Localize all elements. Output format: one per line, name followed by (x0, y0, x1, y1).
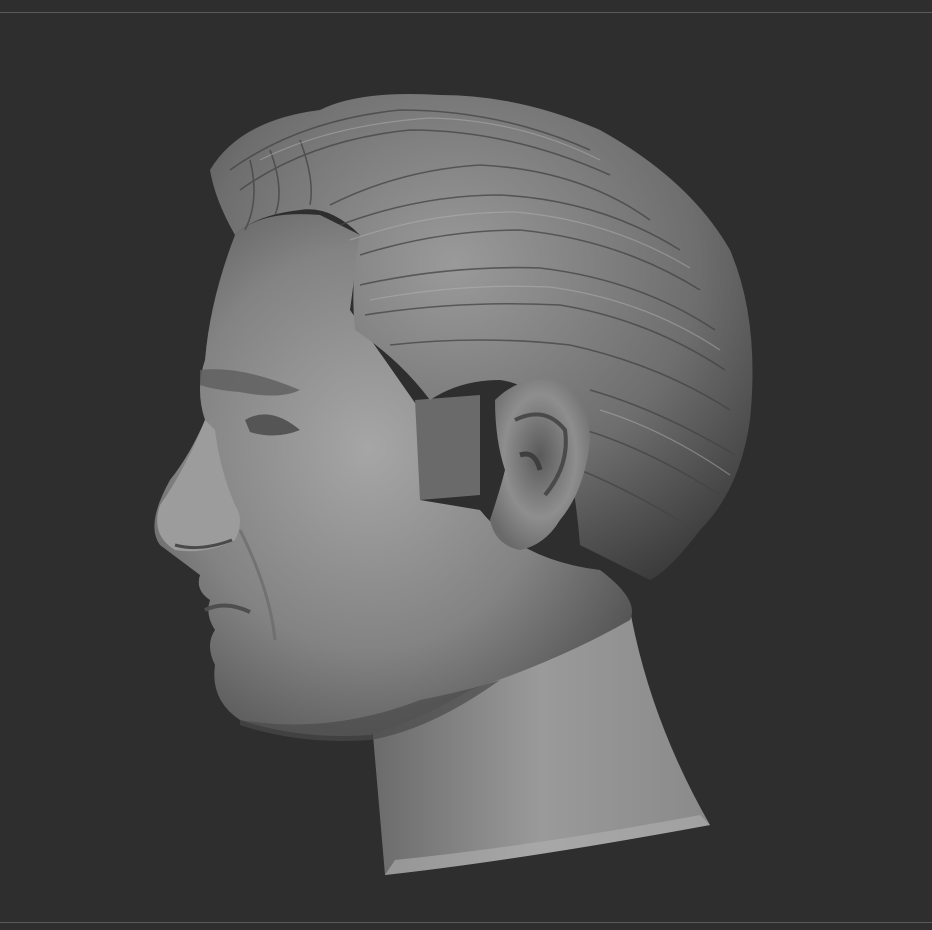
sideburn-mesh (415, 395, 480, 500)
sculpted-head-model[interactable] (0, 0, 932, 930)
3d-viewport-canvas[interactable] (0, 0, 932, 930)
